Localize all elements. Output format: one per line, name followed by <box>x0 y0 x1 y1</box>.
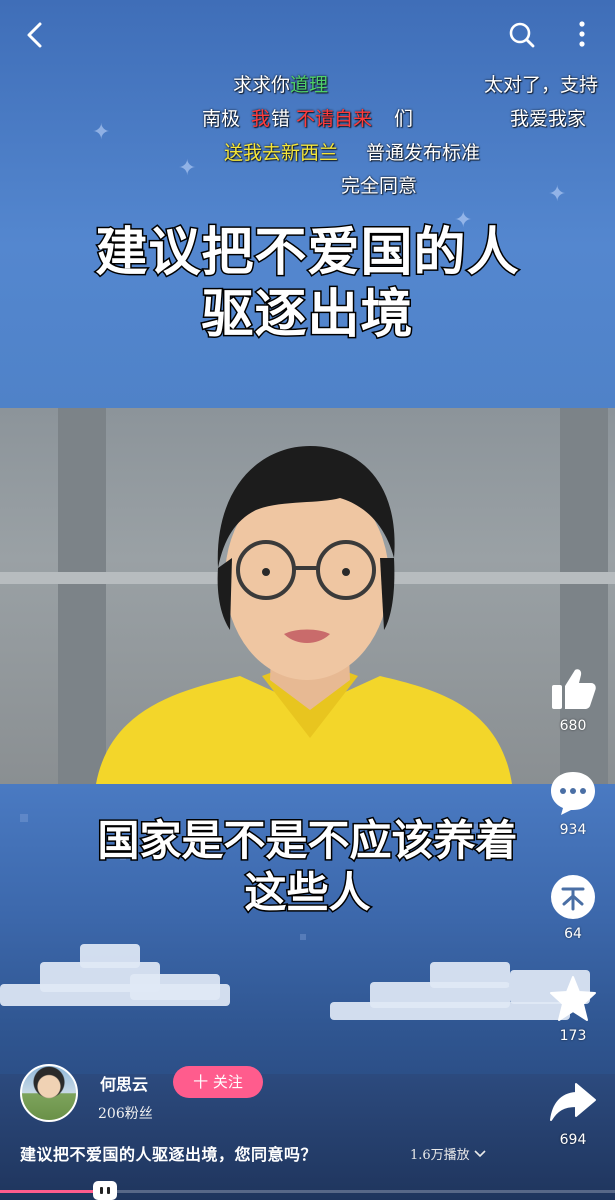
title-line: 驱逐出境 <box>200 284 414 347</box>
coin-button[interactable]: 64 <box>543 872 603 942</box>
comment-count: 934 <box>559 822 587 838</box>
danmaku-comment: 我 <box>251 108 271 130</box>
hill-shape <box>0 1074 615 1200</box>
sparkle-icon: ✦ <box>178 156 197 181</box>
danmaku-comment: 不请自来 <box>296 108 373 130</box>
video-title-overlay: 建议把不爱国的人 驱逐出境 <box>0 222 615 347</box>
progress-fill <box>0 1190 105 1193</box>
danmaku-comment: 求求你 <box>233 74 291 96</box>
play-count-toggle[interactable]: 1.6万播放 <box>410 1144 487 1163</box>
danmaku-comment: 普通发布标准 <box>366 142 481 164</box>
author-avatar[interactable] <box>20 1064 78 1122</box>
danmaku-comment: 送我去新西兰 <box>224 142 339 164</box>
video-caption[interactable]: 建议把不爱国的人驱逐出境，您同意吗？ <box>20 1141 420 1165</box>
favorite-button[interactable]: 173 <box>543 974 603 1044</box>
coin-icon <box>551 875 595 919</box>
thumbs-up-icon <box>552 669 596 709</box>
danmaku-comment: 们 <box>394 108 414 130</box>
play-count: 1.6万播放 <box>410 1148 470 1163</box>
subtitle-line: 国家是不是不应该养着 <box>96 815 519 867</box>
danmaku-comment: 南极 <box>202 108 241 130</box>
follow-button[interactable]: 十 关注 <box>173 1066 263 1098</box>
danmaku-comment: 我爱我家 <box>510 108 587 130</box>
sparkle-icon: ✦ <box>92 120 111 145</box>
sparkle-icon: ✦ <box>548 182 567 207</box>
progress-thumb-handle[interactable] <box>92 1181 117 1200</box>
danmaku-comment: 太对了，支持 <box>484 74 599 96</box>
video-subtitle-overlay: 国家是不是不应该养着 这些人 <box>0 815 615 919</box>
video-frame[interactable] <box>0 408 615 784</box>
comment-button[interactable]: 934 <box>543 768 603 838</box>
share-count: 694 <box>559 1132 587 1148</box>
share-arrow-icon <box>550 1083 596 1121</box>
back-arrow-icon[interactable] <box>18 18 52 52</box>
coin-count: 64 <box>564 926 582 942</box>
more-vertical-icon[interactable] <box>568 16 596 52</box>
danmaku-comment: 错 <box>271 108 291 130</box>
subtitle-line: 这些人 <box>243 867 372 919</box>
author-name[interactable]: 何思云 <box>100 1071 148 1095</box>
chevron-down-icon <box>474 1150 486 1158</box>
comment-bubble-icon <box>551 772 595 815</box>
follower-count: 206粉丝 <box>98 1106 153 1122</box>
top-bar <box>0 0 615 68</box>
like-count: 680 <box>559 718 587 734</box>
video-player-screen: ✦ ✦ ✦ ✦ 求求你 道理 太对了，支持 南极 我 错 不请自来 们 我爱我家… <box>0 0 615 1200</box>
presenter-figure <box>96 446 512 784</box>
star-icon <box>550 976 596 1021</box>
danmaku-comment: 道理 <box>290 74 329 96</box>
title-line: 建议把不爱国的人 <box>94 222 520 285</box>
danmaku-comment: 完全同意 <box>341 175 418 197</box>
share-button[interactable]: 694 <box>543 1078 603 1148</box>
search-icon[interactable] <box>505 18 539 52</box>
favorite-count: 173 <box>559 1028 587 1044</box>
like-button[interactable]: 680 <box>543 664 603 734</box>
